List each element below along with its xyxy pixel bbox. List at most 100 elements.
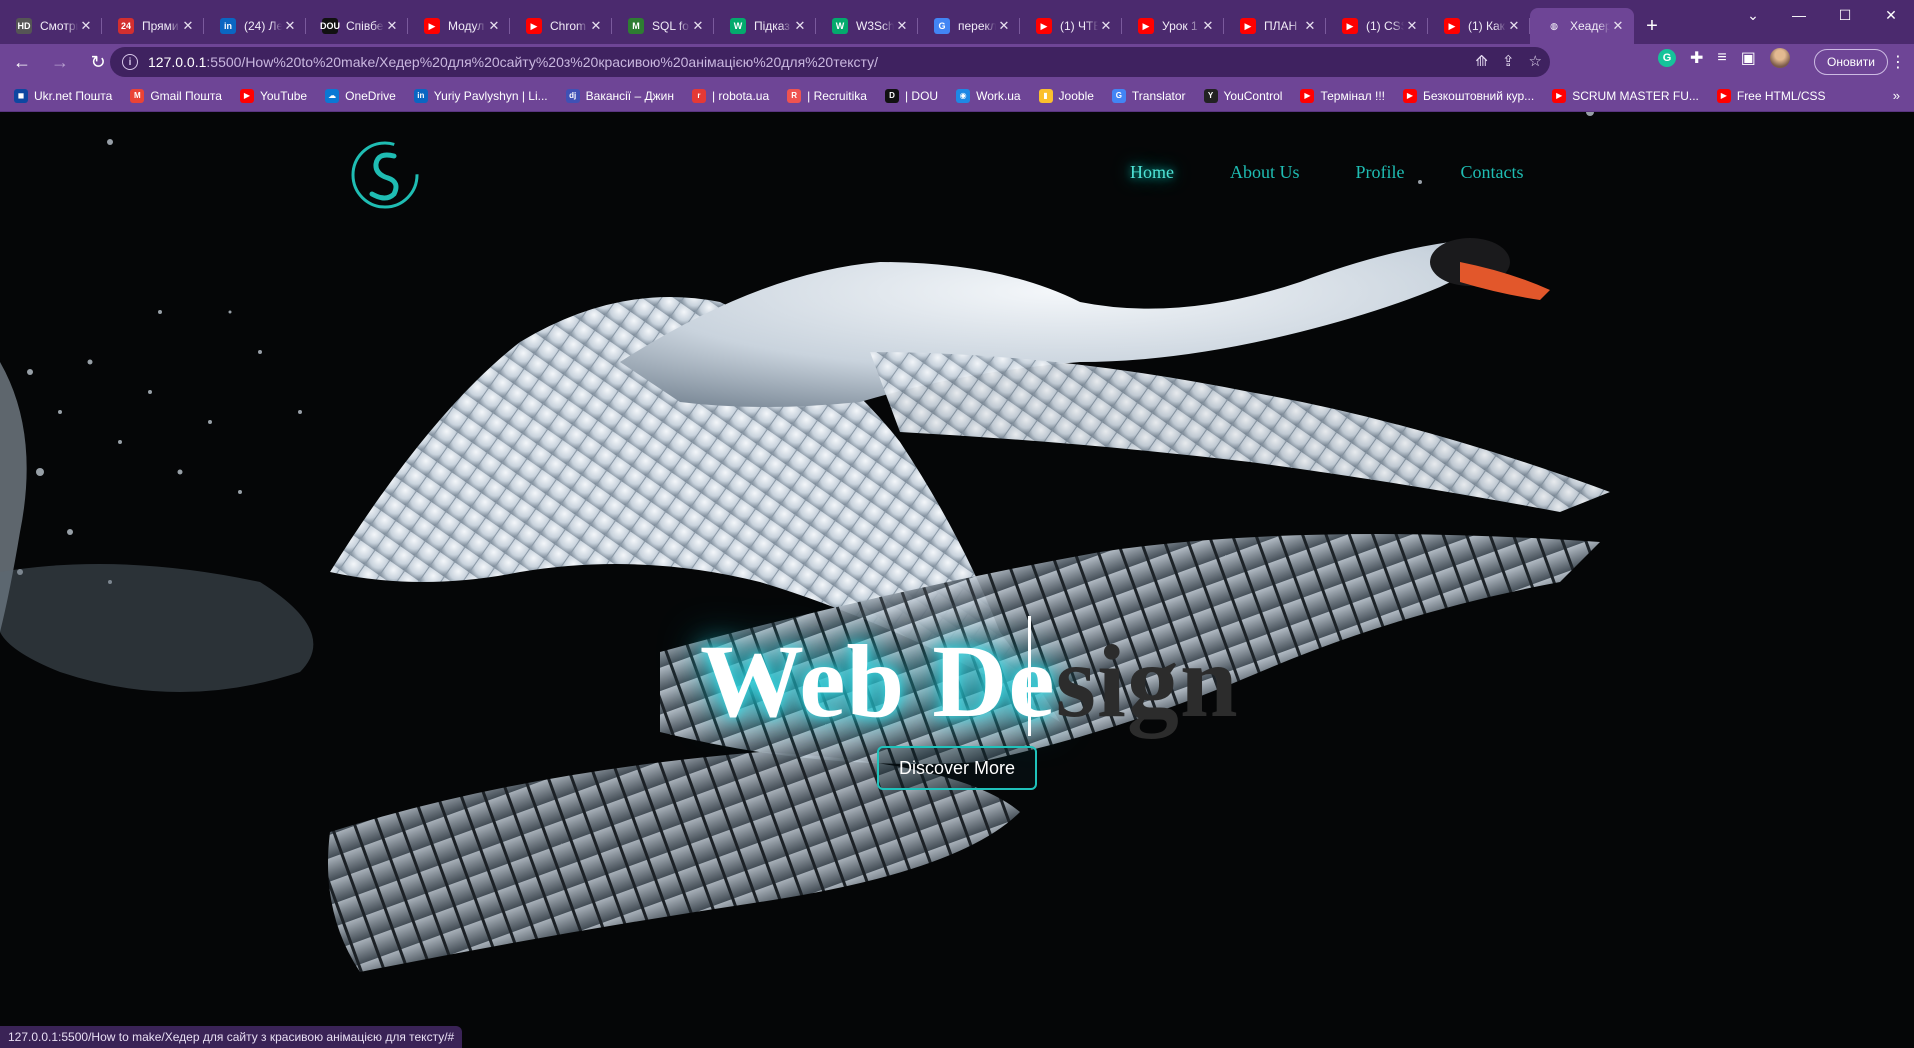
bookmark-item[interactable]: r | robota.ua xyxy=(691,88,770,103)
menu-kebab-icon[interactable]: ⋮ xyxy=(1890,52,1906,72)
youtube-icon: ▶ xyxy=(1716,88,1731,103)
bookmark-label: Jooble xyxy=(1058,88,1094,103)
browser-tab[interactable]: ◍ Хеадер ✕ xyxy=(1530,8,1634,44)
close-tab-icon[interactable]: ✕ xyxy=(486,18,502,34)
bookmark-item[interactable]: R | Recruitika xyxy=(787,88,867,103)
bookmark-item[interactable]: ◼ Ukr.net Пошта xyxy=(14,88,113,103)
extensions-area: G ✚ ≡ ▣ xyxy=(1658,48,1790,68)
bookmark-item[interactable]: D | DOU xyxy=(884,88,938,103)
bookmark-item[interactable]: Y YouControl xyxy=(1203,88,1282,103)
bookmark-item[interactable]: ☁ OneDrive xyxy=(325,88,396,103)
close-tab-icon[interactable]: ✕ xyxy=(996,18,1012,34)
nav-contacts-link[interactable]: Contacts xyxy=(1461,162,1524,183)
google-icon: G xyxy=(934,18,950,34)
site-info-icon[interactable]: i xyxy=(122,54,138,70)
new-tab-button[interactable]: + xyxy=(1634,8,1670,44)
tab-title: Підказ xyxy=(754,19,790,33)
reading-list-icon[interactable]: ≡ xyxy=(1717,49,1726,67)
browser-tab[interactable]: HD Смотри ✕ xyxy=(0,8,102,44)
profile-avatar[interactable] xyxy=(1769,48,1790,68)
bookmarks-overflow-button[interactable]: » xyxy=(1893,88,1900,103)
browser-tab[interactable]: ▶ (1) Как ✕ xyxy=(1428,8,1530,44)
youtube-icon: ▶ xyxy=(526,18,542,34)
close-tab-icon[interactable]: ✕ xyxy=(1098,18,1114,34)
tab-search-button[interactable]: ⌄ xyxy=(1730,0,1776,30)
status-bar-url: 127.0.0.1:5500/How to make/Хедер для сай… xyxy=(0,1026,463,1048)
bookmark-item[interactable]: ▮ Jooble xyxy=(1038,88,1094,103)
close-window-button[interactable]: ✕ xyxy=(1868,0,1914,30)
bookmark-item[interactable]: ▶ SCRUM MASTER FU... xyxy=(1552,88,1699,103)
youtube-icon: ▶ xyxy=(1342,18,1358,34)
close-tab-icon[interactable]: ✕ xyxy=(282,18,298,34)
bookmark-label: Ukr.net Пошта xyxy=(34,88,113,103)
browser-tab[interactable]: ▶ (1) ЧТЕ ✕ xyxy=(1020,8,1122,44)
bookmark-label: | robota.ua xyxy=(711,88,770,103)
hd-icon: HD xyxy=(16,18,32,34)
youtube-icon: ▶ xyxy=(1444,18,1460,34)
bookmark-item[interactable]: dj Вакансії – Джин xyxy=(565,88,674,103)
bookmark-label: | Recruitika xyxy=(807,88,867,103)
tab-title: перекл xyxy=(958,19,996,33)
bookmark-item[interactable]: ▶ Термінал !!! xyxy=(1300,88,1385,103)
nav-profile-link[interactable]: Profile xyxy=(1356,162,1405,183)
close-tab-icon[interactable]: ✕ xyxy=(792,18,808,34)
discover-more-button[interactable]: Discover More xyxy=(877,746,1037,790)
browser-tab[interactable]: DOU Співбе ✕ xyxy=(306,8,408,44)
maximize-button[interactable]: ☐ xyxy=(1822,0,1868,30)
close-tab-icon[interactable]: ✕ xyxy=(384,18,400,34)
bookmark-item[interactable]: M Gmail Пошта xyxy=(130,88,222,103)
close-tab-icon[interactable]: ✕ xyxy=(1404,18,1420,34)
close-tab-icon[interactable]: ✕ xyxy=(588,18,604,34)
close-tab-icon[interactable]: ✕ xyxy=(1506,18,1522,34)
browser-tab[interactable]: W W3Sch ✕ xyxy=(816,8,918,44)
address-bar[interactable]: i 127.0.0.1:5500/How%20to%20make/Хедер%2… xyxy=(110,47,1550,77)
browser-tab[interactable]: ▶ Модул ✕ xyxy=(408,8,510,44)
browser-tab[interactable]: ▶ Урок 1 ✕ xyxy=(1122,8,1224,44)
minimize-button[interactable]: — xyxy=(1776,0,1822,30)
grammarly-icon[interactable]: G xyxy=(1658,49,1676,67)
close-tab-icon[interactable]: ✕ xyxy=(1200,18,1216,34)
tab-title: (1) CSS xyxy=(1366,19,1404,33)
forward-button[interactable]: → xyxy=(44,46,76,78)
side-panel-icon[interactable]: ▣ xyxy=(1741,48,1756,68)
nav-home-link[interactable]: Home xyxy=(1130,162,1174,183)
swan-logo-icon[interactable] xyxy=(350,140,420,210)
close-tab-icon[interactable]: ✕ xyxy=(1302,18,1318,34)
bookmark-item[interactable]: G Translator xyxy=(1111,88,1186,103)
browser-tab[interactable]: ▶ ПЛАН ✕ xyxy=(1224,8,1326,44)
page-viewport: Home About Us Profile Contacts Web Desig… xyxy=(0,112,1914,1048)
browser-tab[interactable]: ▶ (1) CSS✕ xyxy=(1326,8,1428,44)
translate-icon[interactable]: ⟰ xyxy=(1475,52,1488,70)
nav-about-link[interactable]: About Us xyxy=(1230,162,1300,183)
bookmark-item[interactable]: ▶ YouTube xyxy=(239,88,307,103)
back-button[interactable]: ← xyxy=(6,46,38,78)
browser-tab[interactable]: M SQL fo ✕ xyxy=(612,8,714,44)
bookmark-item[interactable]: ▶ Безкоштовний кур... xyxy=(1403,88,1534,103)
bookmark-label: Work.ua xyxy=(976,88,1021,103)
url-host: 127.0.0.1 xyxy=(148,54,207,70)
bookmark-star-icon[interactable]: ☆ xyxy=(1529,52,1542,70)
browser-tab[interactable]: W Підказ ✕ xyxy=(714,8,816,44)
tab-title: Співбе xyxy=(346,19,384,33)
update-button[interactable]: Оновити xyxy=(1814,49,1888,75)
close-tab-icon[interactable]: ✕ xyxy=(894,18,910,34)
extensions-puzzle-icon[interactable]: ✚ xyxy=(1690,48,1703,68)
bookmark-item[interactable]: in Yuriy Pavlyshyn | Li... xyxy=(413,88,548,103)
bookmark-label: SCRUM MASTER FU... xyxy=(1572,88,1699,103)
workua-icon: ◉ xyxy=(956,88,971,103)
recruitika-icon: R xyxy=(787,88,802,103)
bookmark-item[interactable]: ▶ Free HTML/CSS xyxy=(1716,88,1826,103)
close-tab-icon[interactable]: ✕ xyxy=(1610,18,1626,34)
close-tab-icon[interactable]: ✕ xyxy=(78,18,94,34)
browser-tab[interactable]: 24 Прями ✕ xyxy=(102,8,204,44)
bookmark-item[interactable]: ◉ Work.ua xyxy=(956,88,1021,103)
share-icon[interactable]: ⇪ xyxy=(1502,52,1515,70)
browser-tab[interactable]: ▶ Chrom ✕ xyxy=(510,8,612,44)
close-tab-icon[interactable]: ✕ xyxy=(180,18,196,34)
linkedin-icon: in xyxy=(413,88,428,103)
browser-tab[interactable]: in (24) Ле ✕ xyxy=(204,8,306,44)
tab-title: (24) Ле xyxy=(244,19,282,33)
bookmark-label: Yuriy Pavlyshyn | Li... xyxy=(433,88,548,103)
browser-tab[interactable]: Gперекл ✕ xyxy=(918,8,1020,44)
close-tab-icon[interactable]: ✕ xyxy=(690,18,706,34)
